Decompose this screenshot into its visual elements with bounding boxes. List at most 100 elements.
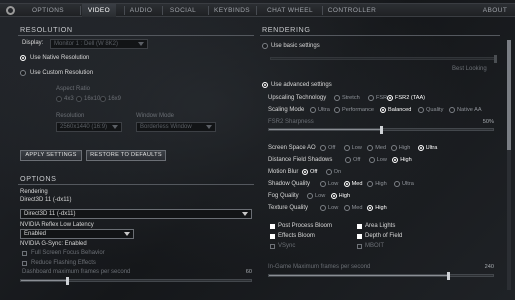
- scaling-mode-label: Scaling Mode: [268, 107, 305, 113]
- aspect-16x9-radio[interactable]: [100, 96, 106, 102]
- display-label: Display:: [22, 40, 44, 46]
- mboit-checkbox[interactable]: [357, 244, 362, 249]
- display-value: Monitor 1 : Dell (W 8K2): [54, 41, 119, 47]
- dashboard-fps-label: Dashboard maximum frames per second: [22, 269, 131, 275]
- resolution-dropdown[interactable]: 2560x1440 (16:9): [56, 122, 122, 132]
- resolution-title: RESOLUTION: [20, 25, 73, 34]
- gsync-status: NVIDIA G-Sync: Enabled: [20, 241, 87, 247]
- motion-blur-off-radio[interactable]: [302, 169, 308, 175]
- scaling-performance-label: Performance: [342, 107, 375, 113]
- shadow-quality-med-label: Med: [351, 181, 363, 187]
- fullscreen-focus-checkbox[interactable]: [22, 251, 27, 256]
- options-divider: [18, 184, 254, 185]
- reflex-dropdown[interactable]: Enabled: [20, 229, 134, 239]
- distance-shadows-off-label: Off: [353, 157, 361, 163]
- tab-social[interactable]: SOCIAL: [164, 4, 202, 17]
- area-lights-checkbox[interactable]: [357, 224, 362, 229]
- rendering-api-dropdown[interactable]: Direct3D 11 (-dx11): [20, 209, 252, 219]
- ssao-high-label: High: [398, 145, 411, 151]
- texture-quality-med-radio[interactable]: [343, 205, 350, 211]
- ingame-fps-knob[interactable]: [447, 272, 451, 280]
- tab-keybinds[interactable]: KEYBINDS: [210, 4, 254, 17]
- rendering-title: RENDERING: [262, 25, 311, 34]
- aspect-4x3-radio[interactable]: [56, 96, 62, 102]
- depth-of-field-checkbox[interactable]: [357, 234, 362, 239]
- custom-resolution-label: Use Custom Resolution: [30, 70, 94, 76]
- ingame-fps-value: 240: [484, 264, 494, 270]
- upscaling-stretch-label: Stretch: [342, 95, 360, 101]
- ssao-high-radio[interactable]: [390, 145, 397, 151]
- rendering-label: Rendering: [20, 189, 48, 195]
- scrollbar-thumb[interactable]: [507, 40, 511, 150]
- chevron-down-icon: [124, 232, 130, 236]
- distance-shadows-low-radio[interactable]: [368, 157, 375, 163]
- dashboard-fps-fill: [21, 280, 67, 281]
- tab-audio[interactable]: AUDIO: [126, 4, 156, 17]
- sharpness-fill: [269, 129, 381, 130]
- upscaling-fsr2-radio[interactable]: [387, 95, 393, 101]
- scaling-native-aa-radio[interactable]: [449, 107, 455, 113]
- shadow-quality-label: Shadow Quality: [268, 181, 311, 187]
- scaling-native-aa-label: Native AA: [457, 107, 482, 113]
- dashboard-fps-slider[interactable]: [20, 277, 252, 285]
- custom-resolution-radio[interactable]: [20, 70, 26, 76]
- basic-settings-radio[interactable]: [262, 43, 268, 49]
- reflex-label: NVIDIA Reflex Low Latency: [20, 222, 94, 228]
- fog-quality-high-radio[interactable]: [330, 193, 337, 199]
- gear-icon[interactable]: [6, 6, 15, 15]
- restore-defaults-button[interactable]: RESTORE TO DEFAULTS: [86, 150, 166, 161]
- upscaling-fsr-radio[interactable]: [368, 95, 374, 101]
- basic-settings-slider[interactable]: [270, 55, 497, 63]
- tab-bar: OPTIONS VIDEO AUDIO SOCIAL KEYBINDS CHAT…: [0, 3, 515, 17]
- scaling-quality-radio[interactable]: [418, 107, 424, 113]
- vsync-checkbox[interactable]: [270, 244, 275, 249]
- scaling-ultra-radio[interactable]: [310, 107, 316, 113]
- scrollbar[interactable]: [507, 40, 511, 290]
- tab-video[interactable]: VIDEO: [82, 4, 116, 17]
- ssao-off-radio[interactable]: [320, 145, 326, 151]
- fog-quality-high-label: High: [338, 193, 351, 199]
- post-process-bloom-checkbox[interactable]: [270, 224, 275, 229]
- window-mode-value: Borderless Window: [140, 124, 192, 130]
- shadow-quality-low-radio[interactable]: [320, 181, 326, 187]
- sharpness-knob[interactable]: [380, 126, 383, 134]
- tab-options[interactable]: OPTIONS: [28, 4, 68, 17]
- reduce-flashing-label: Reduce Flashing Effects: [31, 260, 96, 266]
- motion-blur-on-radio[interactable]: [325, 169, 332, 175]
- distance-shadows-off-radio[interactable]: [345, 157, 351, 163]
- fog-quality-low-radio[interactable]: [307, 193, 313, 199]
- shadow-quality-ultra-radio[interactable]: [394, 181, 400, 187]
- tab-about[interactable]: ABOUT: [478, 4, 512, 17]
- basic-settings-knob[interactable]: [494, 55, 497, 63]
- reflex-value: Enabled: [24, 231, 47, 237]
- sharpness-slider[interactable]: [268, 126, 494, 134]
- native-resolution-radio[interactable]: [20, 55, 26, 61]
- ingame-fps-slider[interactable]: [268, 272, 494, 280]
- shadow-quality-med-radio[interactable]: [343, 181, 350, 187]
- rendering-api-value: Direct3D 11 (-dx11): [24, 211, 76, 217]
- upscaling-stretch-radio[interactable]: [334, 95, 340, 101]
- texture-quality-med-label: Med: [351, 205, 363, 211]
- ssao-ultra-radio[interactable]: [417, 145, 424, 151]
- dashboard-fps-knob[interactable]: [66, 277, 69, 285]
- window-mode-dropdown[interactable]: Borderless Window: [136, 122, 216, 132]
- reduce-flashing-checkbox[interactable]: [22, 261, 27, 266]
- tab-chat-wheel[interactable]: CHAT WHEEL: [262, 4, 318, 17]
- distance-shadows-low-label: Low: [376, 157, 387, 163]
- scaling-balanced-radio[interactable]: [380, 107, 386, 113]
- aspect-16x10-radio[interactable]: [76, 96, 82, 102]
- scaling-performance-radio[interactable]: [334, 107, 340, 113]
- depth-of-field-label: Depth of Field: [365, 233, 403, 239]
- sharpness-value: 50%: [482, 119, 494, 125]
- texture-quality-low-label: Low: [328, 205, 339, 211]
- ssao-med-label: Med: [375, 145, 387, 151]
- shadow-quality-low-label: Low: [328, 181, 339, 187]
- ssao-low-radio[interactable]: [343, 145, 350, 151]
- tab-controller[interactable]: CONTROLLER: [326, 4, 378, 17]
- display-dropdown[interactable]: Monitor 1 : Dell (W 8K2): [50, 39, 148, 49]
- chevron-down-icon: [112, 125, 118, 129]
- apply-settings-button[interactable]: APPLY SETTINGS: [20, 150, 82, 161]
- texture-quality-low-radio[interactable]: [320, 205, 326, 211]
- advanced-settings-radio[interactable]: [262, 82, 268, 88]
- effects-bloom-checkbox[interactable]: [270, 234, 275, 239]
